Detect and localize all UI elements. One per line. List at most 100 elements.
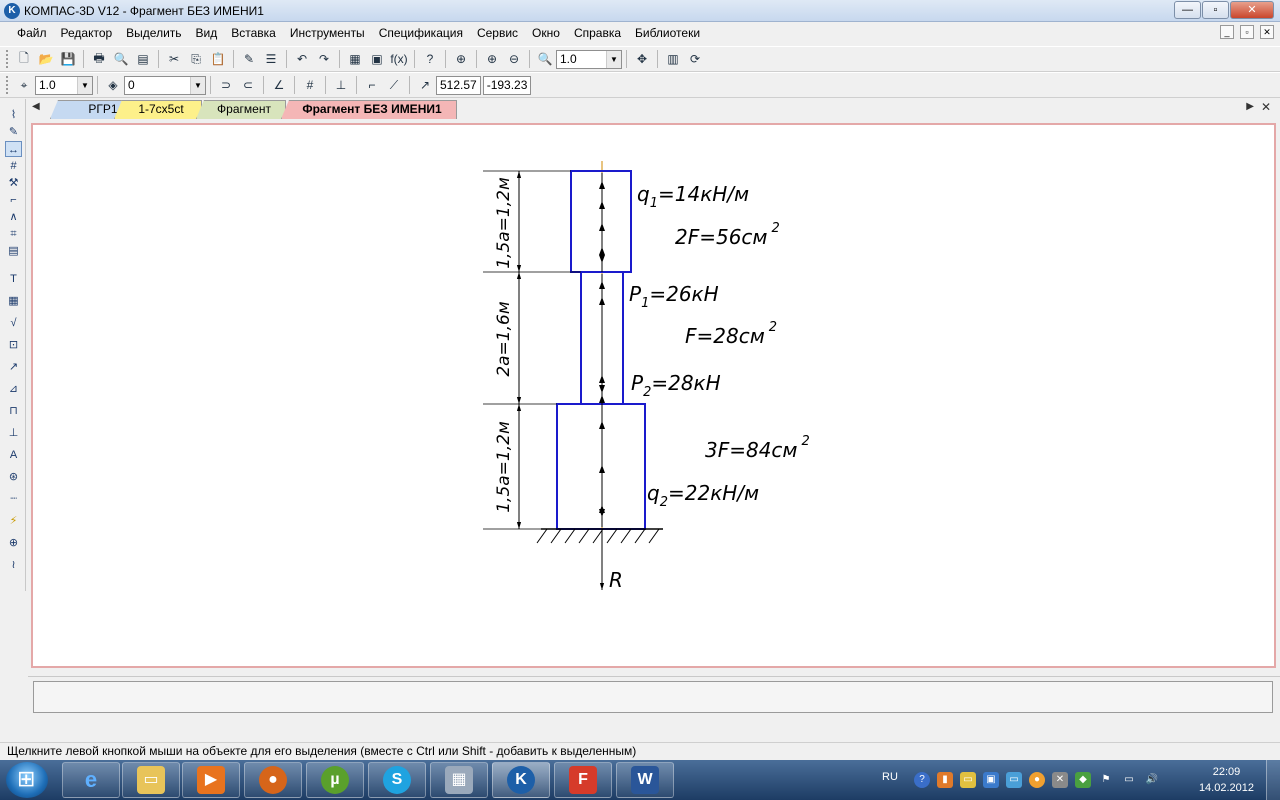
zoom-window-icon[interactable]: ⊕ <box>451 49 471 69</box>
tab-fragment-unnamed[interactable]: Фрагмент БЕЗ ИМЕНИ1 <box>281 100 457 119</box>
base-icon[interactable]: ⊡ <box>5 337 22 353</box>
edit-icon[interactable]: ✎ <box>5 124 22 140</box>
tools-tray-icon[interactable]: ✕ <box>1052 772 1068 788</box>
layer-combo[interactable]: 0 ▼ <box>124 75 206 95</box>
doc-minimize-icon[interactable]: _ <box>1220 25 1234 39</box>
pan-icon[interactable]: ✥ <box>632 49 652 69</box>
redo-icon[interactable]: ↷ <box>314 49 334 69</box>
undo-icon[interactable]: ↶ <box>292 49 312 69</box>
taskbar-firefox[interactable]: ● <box>244 762 302 798</box>
refresh-icon[interactable]: ⟳ <box>685 49 705 69</box>
roughness-icon[interactable]: √ <box>5 315 22 331</box>
language-indicator[interactable]: RU <box>882 771 898 783</box>
wave-icon[interactable]: ≀ <box>5 557 22 573</box>
section-icon[interactable]: ⊓ <box>5 403 22 419</box>
zoom-scale-icon[interactable]: 🔍 <box>535 49 555 69</box>
tab-fragment[interactable]: Фрагмент <box>196 100 286 119</box>
menu-editor[interactable]: Редактор <box>54 26 120 40</box>
chevron-down-icon[interactable]: ▼ <box>190 76 205 94</box>
cut-icon[interactable]: ✂ <box>164 49 184 69</box>
chevron-down-icon[interactable]: ▼ <box>77 76 92 94</box>
app-tray-icon[interactable]: ▮ <box>937 772 953 788</box>
properties-icon[interactable]: ✎ <box>239 49 259 69</box>
menu-service[interactable]: Сервис <box>470 26 525 40</box>
minimize-button[interactable]: — <box>1174 1 1201 19</box>
copy-icon[interactable]: ⎘ <box>186 49 206 69</box>
dashed-line-icon[interactable]: ┈ <box>5 491 22 507</box>
list-icon[interactable]: ☰ <box>261 49 281 69</box>
print-preview-icon[interactable]: 🔍 <box>111 49 131 69</box>
hammer-icon[interactable]: ⚒ <box>5 175 22 191</box>
magnet-icon[interactable]: ⊃ <box>216 75 236 95</box>
taskbar-utorrent[interactable]: µ <box>306 762 364 798</box>
tabs-left-arrow-icon[interactable]: ◀ <box>32 101 40 112</box>
dimensions-icon[interactable]: ↔ <box>5 141 22 157</box>
ortho-icon[interactable]: ⌐ <box>362 75 382 95</box>
tabs-right-arrow-icon[interactable]: ▶ <box>1246 101 1254 112</box>
spring-icon[interactable]: ⊛ <box>5 469 22 485</box>
report-icon[interactable]: ▤ <box>5 243 22 259</box>
text-icon[interactable]: T <box>5 271 22 287</box>
antivirus-tray-icon[interactable]: ◆ <box>1075 772 1091 788</box>
local-snap-icon[interactable]: ⊂ <box>238 75 258 95</box>
grid-icon[interactable]: # <box>300 75 320 95</box>
zoom-in-icon[interactable]: ⊕ <box>482 49 502 69</box>
grid-snap-icon[interactable]: # <box>5 158 22 174</box>
help-tray-icon[interactable]: ? <box>914 772 930 788</box>
text-dim-icon[interactable]: A <box>5 447 22 463</box>
network-tray-icon[interactable]: ▣ <box>983 772 999 788</box>
lightning-icon[interactable]: ⚡ <box>5 513 22 529</box>
start-button[interactable] <box>6 762 48 798</box>
show-all-icon[interactable]: ▥ <box>663 49 683 69</box>
preview-icon[interactable]: ▤ <box>133 49 153 69</box>
menu-window[interactable]: Окно <box>525 26 567 40</box>
toolbar-grip[interactable] <box>6 50 9 68</box>
coord-x-field[interactable]: 512.57 <box>436 75 481 95</box>
help-pointer-icon[interactable]: ? <box>420 49 440 69</box>
coord-y-field[interactable]: -193.23 <box>482 75 532 95</box>
mark-icon[interactable]: ⊿ <box>5 381 22 397</box>
menu-file[interactable]: Файл <box>10 26 54 40</box>
print-icon[interactable]: 🖶 <box>89 49 109 69</box>
layers-icon[interactable]: ◈ <box>103 75 123 95</box>
folder-tray-icon[interactable]: ▭ <box>960 772 976 788</box>
chevron-down-icon[interactable]: ▼ <box>606 50 621 68</box>
target-icon[interactable]: ⊕ <box>5 535 22 551</box>
angle-dim-icon[interactable]: ∧ <box>5 209 22 225</box>
close-button[interactable]: ✕ <box>1230 1 1274 19</box>
manager-icon[interactable]: ▦ <box>345 49 365 69</box>
maximize-button[interactable]: ▫ <box>1202 1 1229 19</box>
volume-icon[interactable]: 🔊 <box>1144 772 1160 788</box>
geometry-icon[interactable]: ⌇ <box>5 107 22 123</box>
zoom-scale-combo[interactable]: 1.0 ▼ <box>556 49 622 69</box>
table-icon[interactable]: ▦ <box>5 293 22 309</box>
variables-icon[interactable]: ▣ <box>367 49 387 69</box>
taskbar-media-player[interactable]: ▶ <box>182 762 240 798</box>
taskbar-calculator[interactable]: ▦ <box>430 762 488 798</box>
paste-icon[interactable]: 📋 <box>208 49 228 69</box>
doc-close-icon[interactable]: ✕ <box>1260 25 1274 39</box>
taskbar-kompas[interactable]: K <box>492 762 550 798</box>
drawing-canvas[interactable]: 1,5a=1,2м 2a=1,6м 1,5a=1,2м q1=14кН/м 2F… <box>31 123 1276 668</box>
menu-specification[interactable]: Спецификация <box>372 26 470 40</box>
clock[interactable]: 22:09 14.02.2012 <box>1199 764 1254 796</box>
taskbar-foxit[interactable]: F <box>554 762 612 798</box>
save-icon[interactable]: 💾 <box>58 49 78 69</box>
toolbar-grip[interactable] <box>6 76 9 94</box>
local-cs-icon[interactable]: ⊥ <box>331 75 351 95</box>
taskbar-ie[interactable]: e <box>62 762 120 798</box>
tab-1-7[interactable]: 1-7сх5ct <box>114 100 202 119</box>
zoom-out-icon[interactable]: ⊖ <box>504 49 524 69</box>
flag-tray-icon[interactable]: ⚑ <box>1098 772 1114 788</box>
angle-icon[interactable]: ∠ <box>269 75 289 95</box>
arrow-view-icon[interactable]: ⊥ <box>5 425 22 441</box>
monitor-tray-icon[interactable]: ▭ <box>1006 772 1022 788</box>
taskbar-skype[interactable]: S <box>368 762 426 798</box>
taskbar-explorer[interactable]: ▭ <box>122 762 180 798</box>
show-desktop-button[interactable] <box>1266 760 1280 800</box>
tab-close-icon[interactable]: ✕ <box>1261 100 1271 114</box>
menu-insert[interactable]: Вставка <box>224 26 283 40</box>
menu-tools[interactable]: Инструменты <box>283 26 372 40</box>
update-tray-icon[interactable]: ● <box>1029 772 1045 788</box>
menu-help[interactable]: Справка <box>567 26 628 40</box>
